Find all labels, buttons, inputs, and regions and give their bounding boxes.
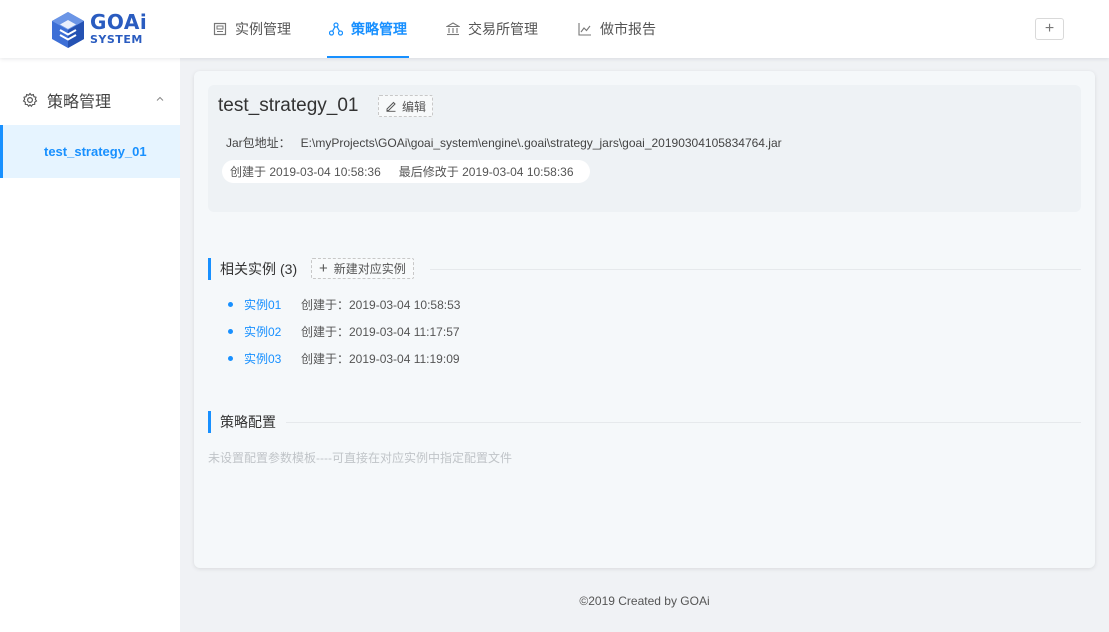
list-item: 实例03 创建于：2019-03-04 11:19:09 xyxy=(228,349,460,367)
nav-instance-management[interactable]: 实例管理 xyxy=(213,0,291,58)
bullet xyxy=(228,355,233,361)
list-item: 实例01 创建于：2019-03-04 10:58:53 xyxy=(228,295,460,313)
created-time: 创建于 2019-03-04 10:58:36 xyxy=(230,165,381,179)
strategy-name: test_strategy_01 xyxy=(218,95,359,116)
nav-strategy-management[interactable]: 策略管理 xyxy=(327,0,409,58)
bullet xyxy=(228,301,233,307)
nav-exchange-management[interactable]: 交易所管理 xyxy=(446,0,538,58)
new-instance-button[interactable]: + 新建对应实例 xyxy=(311,258,414,279)
nav-label: 交易所管理 xyxy=(468,21,538,37)
timestamps-pill: 创建于 2019-03-04 10:58:36 最后修改于 2019-03-04… xyxy=(222,160,590,183)
nav-label: 做市报告 xyxy=(600,21,656,37)
logo[interactable]: GOAi SYSTEM xyxy=(48,8,148,52)
line-chart-icon xyxy=(578,22,592,36)
instance-count: (3) xyxy=(280,261,298,277)
chevron-up-icon xyxy=(156,96,164,101)
section-accent-bar xyxy=(208,258,211,280)
gear-icon xyxy=(22,92,38,108)
divider xyxy=(430,269,1081,270)
logo-title: GOAi xyxy=(90,10,148,34)
logo-cube-icon xyxy=(52,12,84,48)
bullet xyxy=(228,328,233,334)
edit-button[interactable]: 编辑 xyxy=(378,95,434,117)
sidebar-group-strategy[interactable]: 策略管理 xyxy=(0,80,180,120)
logo-text: GOAi SYSTEM xyxy=(90,11,147,47)
bank-icon xyxy=(446,22,460,36)
edit-icon xyxy=(386,101,396,112)
instance-icon xyxy=(213,22,227,36)
logo-subtitle: SYSTEM xyxy=(90,33,143,46)
strategy-info-box: test_strategy_01 编辑 Jar包地址： E:\myProjects… xyxy=(208,85,1081,212)
new-instance-label: 新建对应实例 xyxy=(333,262,406,276)
section-related-instances: 相关实例 (3) xyxy=(208,258,297,280)
sidebar: 策略管理 test_strategy_01 xyxy=(0,58,180,632)
top-header: GOAi SYSTEM 实例管理 策略管理 交易所管理 做市报告 + xyxy=(0,0,1109,58)
list-item: 实例02 创建于：2019-03-04 11:17:57 xyxy=(228,322,460,340)
instance-created: 创建于：2019-03-04 11:19:09 xyxy=(301,351,460,366)
instance-link[interactable]: 实例01 xyxy=(244,296,301,313)
strategy-icon xyxy=(329,22,343,36)
instance-created: 创建于：2019-03-04 11:17:57 xyxy=(301,324,460,339)
config-empty-text: 未设置配置参数模板----可直接在对应实例中指定配置文件 xyxy=(208,451,512,465)
nav-market-report[interactable]: 做市报告 xyxy=(578,0,656,58)
divider xyxy=(286,422,1081,423)
plus-icon: + xyxy=(319,259,328,277)
sidebar-group-label: 策略管理 xyxy=(47,94,112,111)
modified-time: 最后修改于 2019-03-04 10:58:36 xyxy=(398,165,574,179)
strategy-detail-card: test_strategy_01 编辑 Jar包地址： E:\myProjects… xyxy=(194,71,1095,568)
sidebar-item-label: test_strategy_01 xyxy=(44,144,147,159)
add-button[interactable]: + xyxy=(1035,18,1064,40)
jar-label: Jar包地址： xyxy=(226,136,291,150)
section-strategy-config: 策略配置 xyxy=(208,411,276,433)
sidebar-item-test-strategy[interactable]: test_strategy_01 xyxy=(0,125,180,178)
footer-text: ©2019 Created by GOAi xyxy=(579,594,710,608)
jar-path-line: Jar包地址： E:\myProjects\GOAi\goai_system\en… xyxy=(226,134,782,151)
instance-link[interactable]: 实例02 xyxy=(244,323,301,340)
section-title: 相关实例 xyxy=(220,261,276,277)
section-title: 策略配置 xyxy=(220,414,276,430)
section-accent-bar xyxy=(208,411,211,433)
instance-link[interactable]: 实例03 xyxy=(244,350,301,367)
jar-path: E:\myProjects\GOAi\goai_system\engine\.g… xyxy=(300,136,782,150)
edit-label: 编辑 xyxy=(402,99,427,114)
instance-created: 创建于：2019-03-04 10:58:53 xyxy=(301,297,461,312)
nav-label: 策略管理 xyxy=(351,21,407,37)
nav-label: 实例管理 xyxy=(235,21,291,37)
